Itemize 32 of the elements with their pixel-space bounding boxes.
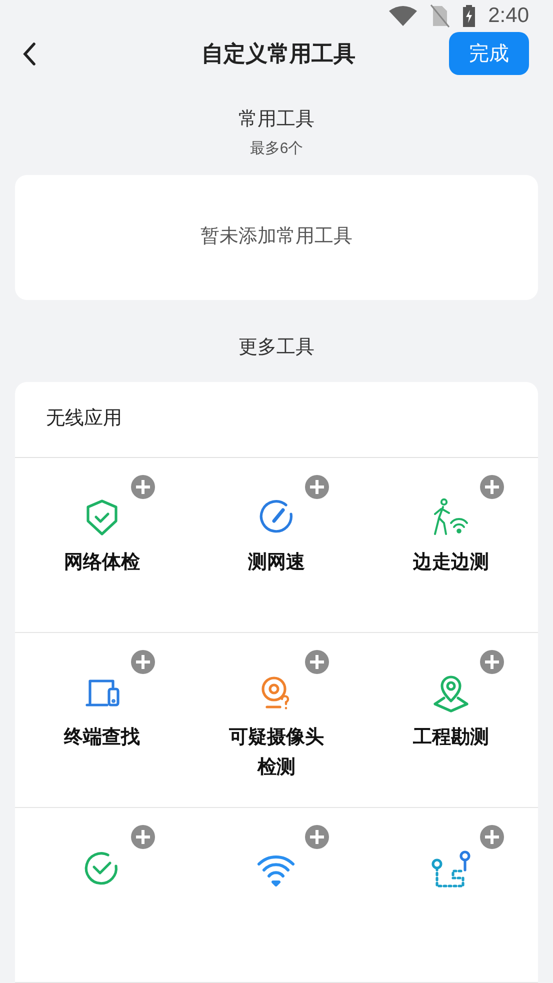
- page-title: 自定义常用工具: [202, 40, 356, 68]
- empty-message: 暂未添加常用工具: [200, 224, 352, 249]
- battery-charging-icon: [462, 4, 476, 28]
- tool-label: 测网速: [246, 551, 306, 575]
- add-icon[interactable]: [478, 474, 505, 500]
- wifi-signal-icon: [388, 4, 418, 27]
- no-sim-icon: [430, 4, 450, 28]
- tool-tile[interactable]: 可疑摄像头检测: [189, 633, 364, 807]
- tool-label: 工程勘测: [412, 726, 490, 750]
- section-subtitle: 最多6个: [250, 139, 304, 160]
- add-icon[interactable]: [130, 824, 156, 850]
- tool-tile[interactable]: 测网速: [189, 458, 364, 632]
- add-icon[interactable]: [130, 649, 156, 675]
- add-icon[interactable]: [478, 649, 505, 675]
- add-icon[interactable]: [304, 649, 330, 675]
- tool-tile[interactable]: 网络体检: [15, 458, 190, 632]
- status-time: 2:40: [488, 3, 529, 29]
- add-icon[interactable]: [304, 474, 330, 500]
- section-title: 常用工具: [238, 108, 314, 132]
- add-icon[interactable]: [478, 824, 505, 850]
- done-button[interactable]: 完成: [449, 32, 529, 76]
- tool-label: 可疑摄像头检测: [228, 726, 325, 780]
- add-icon[interactable]: [130, 474, 156, 500]
- add-icon[interactable]: [304, 824, 330, 850]
- section-title: 更多工具: [238, 336, 314, 360]
- tool-tile[interactable]: 工程勘测: [364, 633, 538, 807]
- tool-label: 终端查找: [62, 726, 142, 750]
- tool-label: 边走边测: [412, 551, 490, 575]
- tool-tile[interactable]: 边走边测: [364, 458, 538, 632]
- tool-label: 网络体检: [63, 551, 142, 575]
- category-title: 无线应用: [46, 407, 122, 432]
- tool-tile[interactable]: 终端查找: [15, 633, 190, 807]
